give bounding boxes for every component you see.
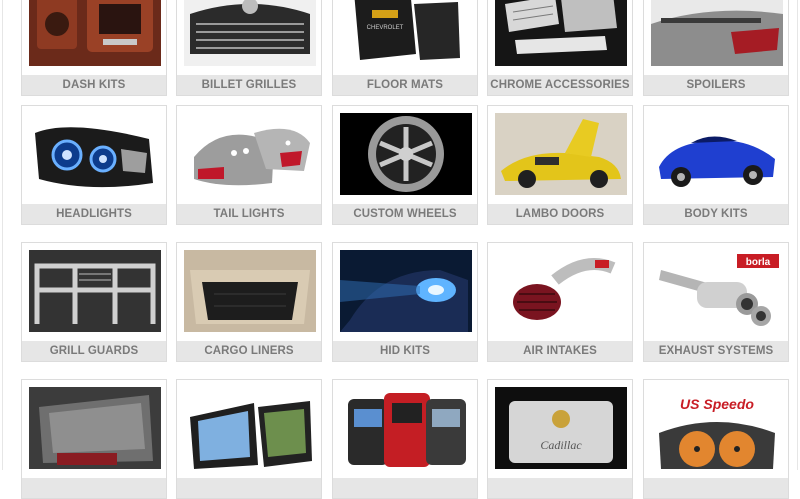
category-card-custom-wheels[interactable]: CUSTOM WHEELS	[332, 105, 478, 225]
category-label	[644, 478, 788, 498]
category-label: DASH KITS	[22, 75, 166, 95]
category-label	[488, 478, 632, 498]
category-card-tail-lights[interactable]: TAIL LIGHTS	[176, 105, 322, 225]
category-label: TAIL LIGHTS	[177, 204, 321, 224]
category-label: CUSTOM WHEELS	[333, 204, 477, 224]
air-intake-photo	[495, 250, 627, 332]
category-card-gps-navigation[interactable]	[176, 379, 322, 499]
category-card-performance-tuners[interactable]	[332, 379, 478, 499]
floor-mat-photo: CHEVROLET	[340, 0, 472, 66]
category-card-air-intakes[interactable]: AIR INTAKES	[487, 242, 633, 362]
body-kit-photo	[651, 113, 783, 195]
category-card-floor-mats[interactable]: CHEVROLET FLOOR MATS	[332, 0, 478, 96]
spoiler-photo	[651, 0, 783, 66]
category-card-spoilers[interactable]: SPOILERS	[643, 0, 789, 96]
category-label: CARGO LINERS	[177, 341, 321, 361]
category-card-license-plates[interactable]: Cadillac	[487, 379, 633, 499]
custom-wheel-photo	[340, 113, 472, 195]
category-label	[333, 478, 477, 498]
category-card-exhaust-systems[interactable]: borla EXHAUST SYSTEMS	[643, 242, 789, 362]
category-card-headlights[interactable]: HEADLIGHTS	[21, 105, 167, 225]
cargo-liner-photo	[184, 250, 316, 332]
category-card-billet-grilles[interactable]: BILLET GRILLES	[176, 0, 322, 96]
window-visor-photo	[29, 387, 161, 469]
gauge-logo: US Speedo	[680, 396, 754, 412]
category-label: FLOOR MATS	[333, 75, 477, 95]
dash-kit-photo	[29, 0, 161, 66]
category-label: AIR INTAKES	[488, 341, 632, 361]
floor-mat-logo: CHEVROLET	[367, 25, 404, 31]
category-label	[177, 478, 321, 498]
billet-grille-photo	[184, 0, 316, 66]
tail-light-photo	[184, 113, 316, 195]
performance-tuner-photo	[340, 387, 472, 469]
category-label: CHROME ACCESSORIES	[488, 75, 632, 95]
category-label: EXHAUST SYSTEMS	[644, 341, 788, 361]
category-label	[22, 478, 166, 498]
grill-guard-photo	[29, 250, 161, 332]
category-label: HEADLIGHTS	[22, 204, 166, 224]
exhaust-system-photo: borla	[651, 250, 783, 332]
category-label: LAMBO DOORS	[488, 204, 632, 224]
category-card-cargo-liners[interactable]: CARGO LINERS	[176, 242, 322, 362]
headlight-photo	[29, 113, 161, 195]
category-card-gauge-clusters[interactable]: US Speedo	[643, 379, 789, 499]
category-label: GRILL GUARDS	[22, 341, 166, 361]
category-card-lambo-doors[interactable]: LAMBO DOORS	[487, 105, 633, 225]
chrome-accessories-photo	[495, 0, 627, 66]
license-plate-text: Cadillac	[540, 438, 582, 452]
gauge-cluster-photo: US Speedo	[651, 387, 783, 469]
category-label: BILLET GRILLES	[177, 75, 321, 95]
category-card-hid-kits[interactable]: HID KITS	[332, 242, 478, 362]
category-label: BODY KITS	[644, 204, 788, 224]
category-card-chrome-accessories[interactable]: CHROME ACCESSORIES	[487, 0, 633, 96]
lambo-door-photo	[495, 113, 627, 195]
category-label: SPOILERS	[644, 75, 788, 95]
hid-kit-photo	[340, 250, 472, 332]
category-card-dash-kits[interactable]: DASH KITS	[21, 0, 167, 96]
category-card-grill-guards[interactable]: GRILL GUARDS	[21, 242, 167, 362]
category-card-window-visors[interactable]	[21, 379, 167, 499]
category-label: HID KITS	[333, 341, 477, 361]
category-card-body-kits[interactable]: BODY KITS	[643, 105, 789, 225]
gps-navigation-photo	[184, 387, 316, 469]
license-plate-photo: Cadillac	[495, 387, 627, 469]
category-grid: DASH KITS BILLET GRILLES CHEVROLET FLOOR…	[0, 0, 800, 499]
exhaust-logo: borla	[746, 257, 771, 268]
